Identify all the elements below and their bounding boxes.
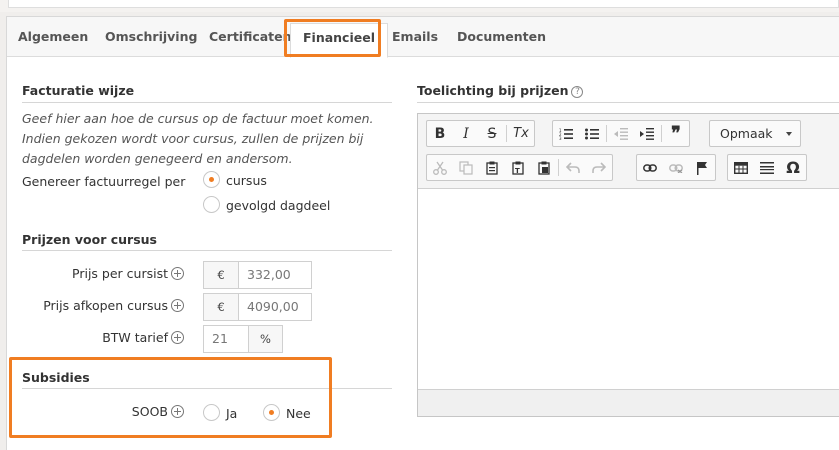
toolbar-separator — [661, 125, 662, 142]
radio-soob-nee-label: Nee — [286, 406, 311, 421]
prijs-per-cursist-input[interactable]: 332,00 — [238, 261, 312, 289]
radio-gevolgd-dagdeel-label: gevolgd dagdeel — [226, 198, 331, 213]
btw-tarief-input[interactable]: 21 — [203, 325, 249, 353]
plus-circle-icon[interactable] — [171, 299, 184, 312]
factuurregel-label: Genereer factuurregel per — [22, 174, 186, 189]
divider — [22, 250, 392, 251]
tab-emails[interactable]: Emails — [392, 29, 438, 44]
toolbar-group-links — [636, 154, 716, 181]
tab-documenten[interactable]: Documenten — [457, 29, 546, 44]
prijs-per-cursist-label: Prijs per cursist — [22, 266, 184, 281]
rich-text-editor: B I S Tx 123 ❞ Opmaak T Ω — [417, 113, 839, 417]
numbered-list-icon[interactable]: 123 — [553, 121, 579, 146]
radio-soob-ja[interactable] — [203, 404, 220, 421]
toolbar-separator — [506, 125, 507, 142]
outdent-icon[interactable] — [608, 121, 634, 146]
anchor-flag-icon[interactable] — [689, 155, 715, 180]
horizontal-rule-icon[interactable] — [754, 155, 780, 180]
course-form-panel: Algemeen Omschrijving Certificaten Finan… — [6, 16, 839, 450]
facturatie-note: Geef hier aan hoe de cursus op de factuu… — [22, 111, 374, 166]
divider — [417, 102, 839, 103]
undo-icon[interactable] — [560, 155, 586, 180]
currency-addon: € — [203, 261, 239, 289]
toolbar-separator — [558, 159, 559, 176]
strikethrough-button[interactable]: S — [479, 121, 505, 146]
bold-button[interactable]: B — [427, 121, 453, 146]
facturatie-section-title: Facturatie wijze — [22, 83, 135, 98]
tab-algemeen[interactable]: Algemeen — [18, 29, 88, 44]
format-combo[interactable]: Opmaak — [709, 120, 801, 147]
btw-tarief-text: BTW tarief — [102, 330, 168, 345]
copy-icon[interactable] — [453, 155, 479, 180]
chevron-down-icon — [786, 132, 792, 136]
format-combo-label: Opmaak — [720, 126, 773, 141]
redo-icon[interactable] — [586, 155, 612, 180]
plus-circle-icon[interactable] — [171, 267, 184, 280]
toelichting-title: Toelichting bij prijzen? — [417, 83, 584, 98]
svg-text:3: 3 — [559, 136, 562, 140]
radio-cursus[interactable] — [203, 171, 220, 188]
indent-icon[interactable] — [634, 121, 660, 146]
table-icon[interactable] — [728, 155, 754, 180]
btw-tarief-label: BTW tarief — [22, 330, 184, 345]
blockquote-button[interactable]: ❞ — [663, 121, 689, 146]
plus-circle-icon[interactable] — [171, 331, 184, 344]
soob-text: SOOB — [131, 404, 168, 419]
radio-cursus-label: cursus — [226, 173, 267, 188]
editor-status-bar — [418, 389, 839, 416]
tab-certificaten[interactable]: Certificaten — [209, 29, 292, 44]
editor-toolbar: B I S Tx 123 ❞ Opmaak T Ω — [418, 114, 839, 189]
toolbar-group-basic: B I S Tx — [426, 120, 535, 147]
prijs-afkopen-text: Prijs afkopen cursus — [43, 298, 168, 313]
prijs-per-cursist-text: Prijs per cursist — [72, 266, 168, 281]
link-icon[interactable] — [637, 155, 663, 180]
prijs-afkopen-input[interactable]: 4090,00 — [238, 293, 312, 321]
subsidies-section-title: Subsidies — [22, 370, 90, 385]
toolbar-group-clipboard: T — [426, 154, 613, 181]
prijzen-section-title: Prijzen voor cursus — [22, 232, 157, 247]
radio-soob-nee[interactable] — [263, 404, 280, 421]
unlink-icon[interactable] — [663, 155, 689, 180]
help-icon[interactable]: ? — [571, 86, 584, 98]
soob-label: SOOB — [22, 404, 184, 419]
plus-circle-icon[interactable] — [171, 405, 184, 418]
radio-soob-ja-label: Ja — [226, 406, 238, 421]
paste-icon[interactable] — [479, 155, 505, 180]
svg-text:T: T — [515, 167, 520, 175]
divider — [22, 388, 392, 389]
tab-financieel[interactable]: Financieel — [290, 23, 388, 58]
paste-word-icon[interactable] — [531, 155, 557, 180]
prijs-afkopen-label: Prijs afkopen cursus — [22, 298, 184, 313]
editor-content-area[interactable] — [418, 189, 839, 391]
special-character-button[interactable]: Ω — [780, 155, 806, 180]
paste-text-icon[interactable]: T — [505, 155, 531, 180]
italic-button[interactable]: I — [453, 121, 479, 146]
bulleted-list-icon[interactable] — [579, 121, 605, 146]
divider — [22, 102, 392, 103]
toolbar-group-insert: Ω — [727, 154, 807, 181]
currency-addon: € — [203, 293, 239, 321]
toelichting-title-text: Toelichting bij prijzen — [417, 83, 569, 98]
cut-icon[interactable] — [427, 155, 453, 180]
radio-gevolgd-dagdeel[interactable] — [203, 196, 220, 213]
percent-addon: % — [248, 325, 283, 353]
toolbar-separator — [606, 125, 607, 142]
toolbar-group-lists: 123 ❞ — [552, 120, 690, 147]
top-strip — [0, 0, 839, 12]
remove-format-button[interactable]: Tx — [508, 121, 534, 146]
tab-bar: Algemeen Omschrijving Certificaten Finan… — [7, 17, 839, 58]
tab-omschrijving[interactable]: Omschrijving — [105, 29, 197, 44]
